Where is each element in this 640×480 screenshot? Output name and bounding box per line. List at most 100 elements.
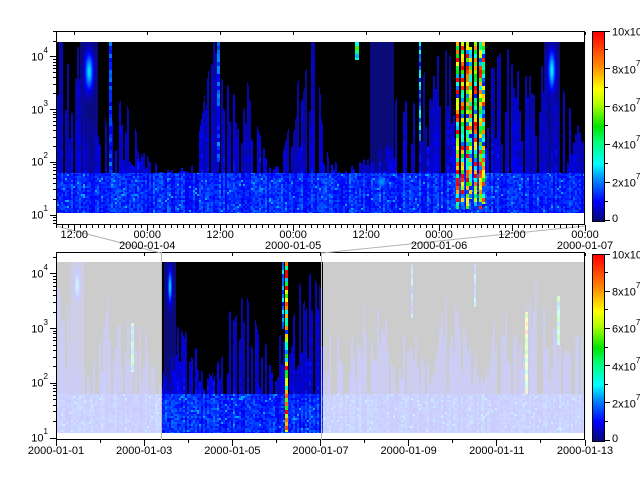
x-minor-tick: [280, 225, 281, 228]
y-minor-tick: [53, 130, 57, 131]
colorbar-tick-label: 0: [612, 433, 640, 445]
y-minor-tick: [53, 366, 57, 367]
colorbar-major-tick: [605, 182, 610, 183]
x-tick-time-label: 12:00: [326, 229, 406, 241]
x-minor-tick: [226, 225, 227, 228]
y-minor-tick: [53, 62, 57, 63]
x-minor-tick: [305, 225, 306, 228]
colorbar-minor-tick: [605, 384, 608, 385]
zoom-selection-box[interactable]: [161, 252, 322, 440]
colorbar-tick-label: 4x107: [612, 359, 640, 374]
y-major-tick: [50, 109, 56, 110]
x-minor-tick: [329, 225, 330, 228]
context-colorbar: [592, 254, 605, 442]
x-minor-tick: [165, 225, 166, 228]
y-minor-tick: [53, 290, 57, 291]
colorbar-tick-label: 6x107: [612, 100, 640, 115]
y-minor-tick: [53, 121, 57, 122]
x-minor-tick: [554, 225, 555, 228]
y-minor-tick: [53, 217, 57, 218]
x-minor-tick: [432, 225, 433, 228]
x-minor-tick: [536, 225, 537, 228]
x-minor-tick: [469, 225, 470, 228]
x-minor-tick: [335, 225, 336, 228]
x-minor-tick: [540, 440, 541, 443]
y-minor-tick: [53, 331, 57, 332]
x-minor-tick: [402, 225, 403, 228]
x-top-tick: [512, 32, 513, 35]
y-minor-tick: [53, 59, 57, 60]
colorbar-major-tick: [605, 365, 610, 366]
x-minor-tick: [572, 225, 573, 228]
x-minor-tick: [135, 225, 136, 228]
y-tick-label: 104: [18, 49, 48, 64]
y-minor-tick: [53, 282, 57, 283]
colorbar-minor-tick: [605, 49, 608, 50]
x-minor-tick: [299, 225, 300, 228]
y-minor-tick: [53, 257, 57, 258]
colorbar-major-tick: [605, 144, 610, 145]
y-minor-tick: [53, 312, 57, 313]
x-minor-tick: [276, 440, 277, 443]
colorbar-major-tick: [605, 402, 610, 403]
y-minor-tick: [53, 167, 57, 168]
x-minor-tick: [80, 225, 81, 228]
x-minor-tick: [378, 225, 379, 228]
y-minor-tick: [53, 137, 57, 138]
y-minor-tick: [53, 77, 57, 78]
x-minor-tick: [92, 225, 93, 228]
y-major-tick: [50, 215, 56, 216]
y-minor-tick: [53, 357, 57, 358]
x-top-tick: [366, 32, 367, 35]
colorbar-major-tick: [605, 31, 610, 32]
y-minor-tick: [53, 189, 57, 190]
colorbar-tick-label: 2x107: [612, 396, 640, 411]
y-minor-tick: [53, 174, 57, 175]
colorbar-major-tick: [605, 328, 610, 329]
x-minor-tick: [341, 225, 342, 228]
colorbar-minor-tick: [605, 421, 608, 422]
x-minor-tick: [420, 225, 421, 228]
y-minor-tick: [53, 93, 57, 94]
x-minor-tick: [487, 225, 488, 228]
x-minor-tick: [244, 225, 245, 228]
x-tick-date-label: 2000-01-05: [253, 240, 333, 252]
x-minor-tick: [250, 225, 251, 228]
y-minor-tick: [53, 178, 57, 179]
y-major-tick: [50, 56, 56, 57]
x-tick-date-label: 2000-01-05: [187, 445, 277, 457]
detail-colorbar: [592, 31, 605, 222]
x-minor-tick: [188, 440, 189, 443]
x-top-tick: [144, 253, 145, 256]
y-minor-tick: [53, 183, 57, 184]
x-minor-tick: [232, 225, 233, 228]
colorbar-minor-tick: [605, 163, 608, 164]
colorbar-minor-tick: [605, 87, 608, 88]
x-tick-time-label: 12:00: [34, 229, 114, 241]
y-minor-tick: [53, 385, 57, 386]
x-tick-time-label: 12:00: [180, 229, 260, 241]
colorbar-major-tick: [605, 68, 610, 69]
x-minor-tick: [384, 225, 385, 228]
y-minor-tick: [53, 68, 57, 69]
y-minor-tick: [53, 72, 57, 73]
x-tick-date-label: 2000-01-07: [276, 445, 366, 457]
y-minor-tick: [53, 345, 57, 346]
y-minor-tick: [53, 84, 57, 85]
y-minor-tick: [53, 117, 57, 118]
x-tick-date-label: 2000-01-01: [11, 445, 101, 457]
y-minor-tick: [53, 65, 57, 66]
x-minor-tick: [475, 225, 476, 228]
x-minor-tick: [274, 225, 275, 228]
x-minor-tick: [116, 225, 117, 228]
colorbar-minor-tick: [605, 347, 608, 348]
x-minor-tick: [98, 225, 99, 228]
y-minor-tick: [53, 199, 57, 200]
x-minor-tick: [408, 225, 409, 228]
x-minor-tick: [542, 225, 543, 228]
x-minor-tick: [177, 225, 178, 228]
x-minor-tick: [68, 225, 69, 228]
y-minor-tick: [53, 223, 57, 224]
colorbar-major-tick: [605, 440, 610, 441]
x-minor-tick: [153, 225, 154, 228]
